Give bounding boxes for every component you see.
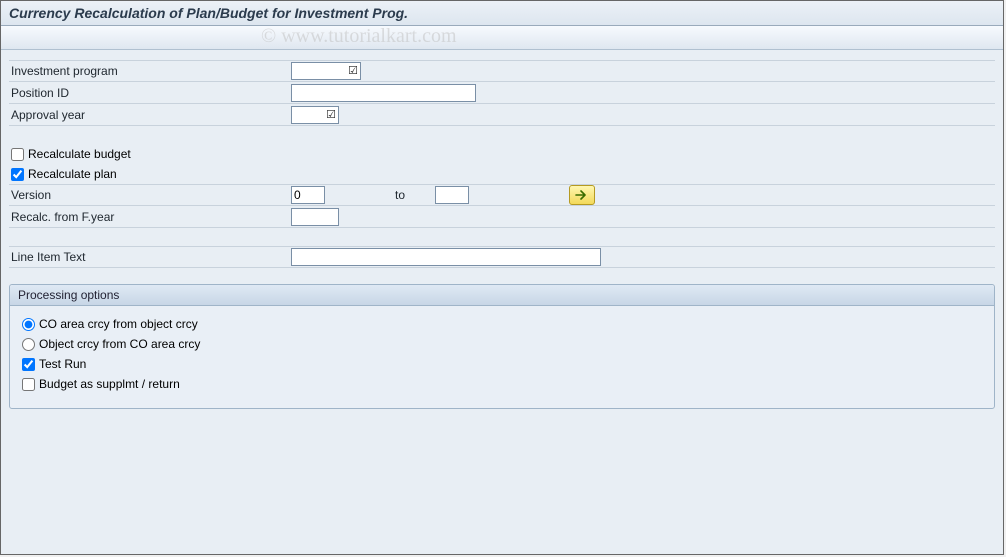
row-investment-program: Investment program ☑	[9, 60, 995, 82]
radio-obj-from-co[interactable]	[22, 338, 35, 351]
row-line-item-text: Line Item Text	[9, 246, 995, 268]
label-budget-supp-return: Budget as supplmt / return	[39, 377, 180, 391]
label-recalc-plan: Recalculate plan	[28, 167, 117, 181]
input-line-item-text[interactable]	[291, 248, 601, 266]
label-recalc-fyear: Recalc. from F.year	[9, 210, 291, 224]
panel-processing-options: Processing options CO area crcy from obj…	[9, 284, 995, 409]
checkbox-test-run[interactable]	[22, 358, 35, 371]
label-obj-from-co: Object crcy from CO area crcy	[39, 337, 200, 351]
row-radio-obj-from-co: Object crcy from CO area crcy	[20, 334, 984, 354]
row-budget-supp-return: Budget as supplmt / return	[20, 374, 984, 394]
label-version-to: to	[395, 188, 405, 202]
row-radio-co-from-obj: CO area crcy from object crcy	[20, 314, 984, 334]
arrow-right-icon	[575, 190, 589, 200]
multiselect-button[interactable]	[569, 185, 595, 205]
form-area: Investment program ☑ Position ID Approva…	[1, 50, 1003, 419]
checkbox-recalc-plan[interactable]	[11, 168, 24, 181]
input-approval-year[interactable]	[291, 106, 339, 124]
input-position-id[interactable]	[291, 84, 476, 102]
input-recalc-fyear[interactable]	[291, 208, 339, 226]
label-investment-program: Investment program	[9, 64, 291, 78]
panel-title-processing: Processing options	[10, 285, 994, 306]
row-recalc-fyear: Recalc. from F.year	[9, 206, 995, 228]
row-recalc-budget: Recalculate budget	[9, 144, 995, 164]
row-recalc-plan: Recalculate plan	[9, 164, 995, 184]
app-window: Currency Recalculation of Plan/Budget fo…	[0, 0, 1004, 555]
label-version: Version	[9, 188, 291, 202]
label-recalc-budget: Recalculate budget	[28, 147, 131, 161]
page-title: Currency Recalculation of Plan/Budget fo…	[1, 1, 1003, 26]
row-version: Version to	[9, 184, 995, 206]
checkbox-recalc-budget[interactable]	[11, 148, 24, 161]
label-test-run: Test Run	[39, 357, 86, 371]
label-line-item-text: Line Item Text	[9, 250, 291, 264]
input-investment-program[interactable]	[291, 62, 361, 80]
row-position-id: Position ID	[9, 82, 995, 104]
toolbar	[1, 26, 1003, 50]
label-approval-year: Approval year	[9, 108, 291, 122]
row-test-run: Test Run	[20, 354, 984, 374]
input-version-from[interactable]	[291, 186, 325, 204]
input-version-to[interactable]	[435, 186, 469, 204]
row-approval-year: Approval year ☑	[9, 104, 995, 126]
checkbox-budget-supp-return[interactable]	[22, 378, 35, 391]
radio-co-from-obj[interactable]	[22, 318, 35, 331]
label-position-id: Position ID	[9, 86, 291, 100]
label-co-from-obj: CO area crcy from object crcy	[39, 317, 198, 331]
